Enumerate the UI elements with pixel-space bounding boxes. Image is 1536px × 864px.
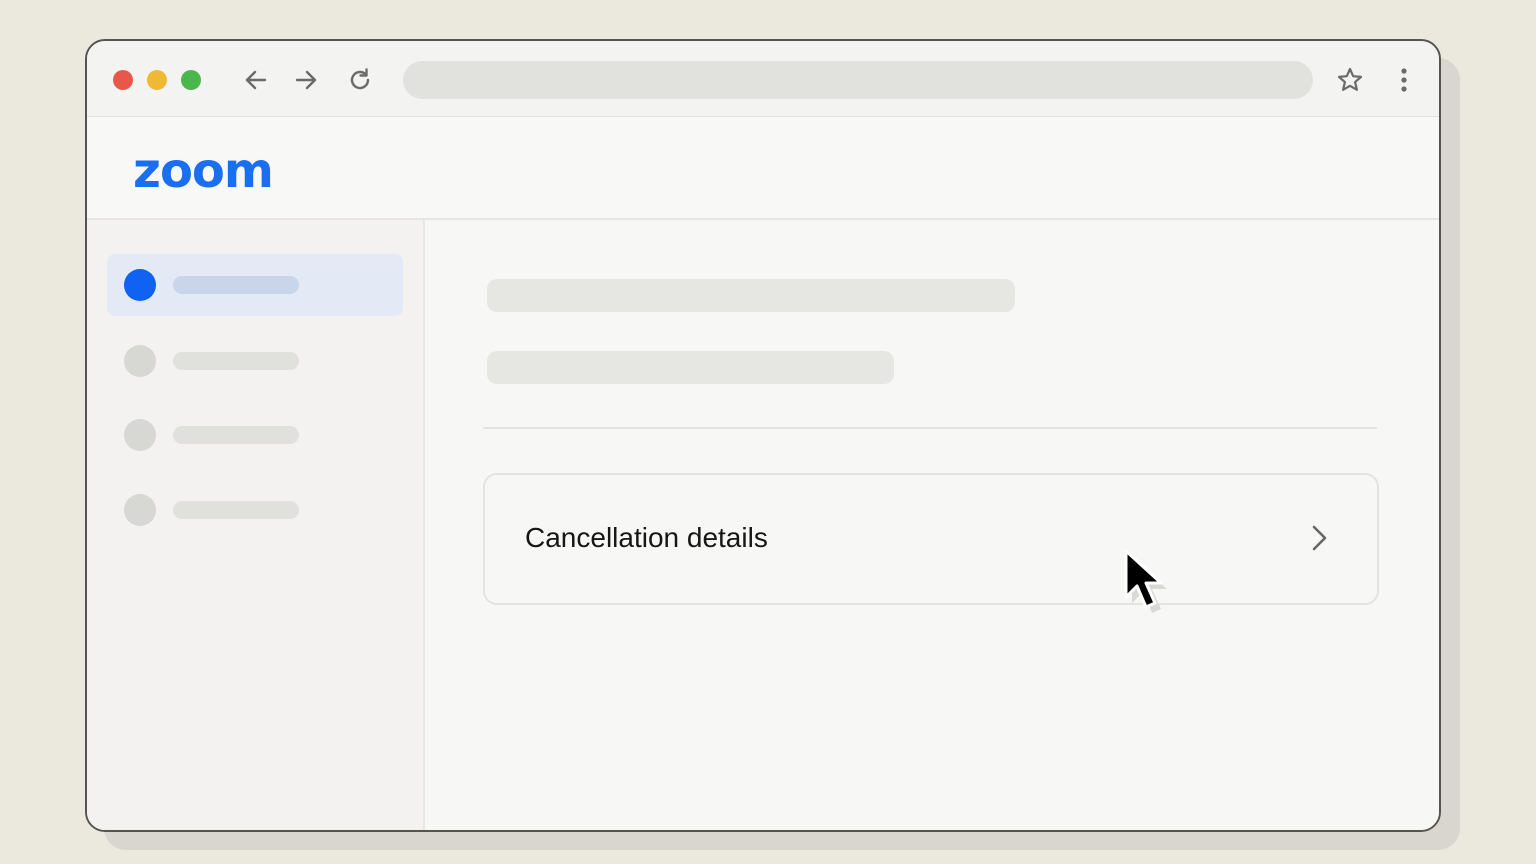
zoom-logo[interactable]: zoom (133, 147, 274, 195)
sidebar-item-3[interactable] (107, 404, 403, 466)
sidebar-item-label-placeholder (173, 276, 299, 294)
stage: zoom Cancellation details (0, 0, 1536, 864)
sidebar-item-2[interactable] (107, 330, 403, 392)
back-arrow-icon[interactable] (239, 63, 273, 97)
sidebar-item-icon (124, 494, 156, 526)
main-content: Cancellation details (425, 220, 1439, 830)
sidebar-item-label-placeholder (173, 426, 299, 444)
kebab-menu-icon[interactable] (1387, 63, 1421, 97)
star-icon[interactable] (1333, 63, 1367, 97)
reload-icon[interactable] (343, 63, 377, 97)
title-placeholder (487, 279, 1015, 312)
browser-toolbar (87, 41, 1439, 117)
site-header: zoom (87, 117, 1439, 220)
section-divider (483, 427, 1377, 429)
chevron-right-icon (1307, 523, 1331, 553)
minimize-window-button[interactable] (147, 70, 167, 90)
cancellation-details-label: Cancellation details (525, 522, 768, 553)
sidebar-item-icon (124, 269, 156, 301)
subtitle-placeholder (487, 351, 894, 384)
sidebar-item-icon (124, 345, 156, 377)
browser-window: zoom Cancellation details (85, 39, 1441, 832)
sidebar-item-icon (124, 419, 156, 451)
sidebar-item-label-placeholder (173, 501, 299, 519)
cancellation-details-card[interactable]: Cancellation details (483, 473, 1379, 605)
sidebar-item-4[interactable] (107, 479, 403, 541)
address-bar[interactable] (403, 61, 1313, 99)
sidebar (87, 220, 425, 830)
forward-arrow-icon[interactable] (289, 63, 323, 97)
close-window-button[interactable] (113, 70, 133, 90)
sidebar-item-label-placeholder (173, 352, 299, 370)
sidebar-item-1[interactable] (107, 254, 403, 316)
maximize-window-button[interactable] (181, 70, 201, 90)
